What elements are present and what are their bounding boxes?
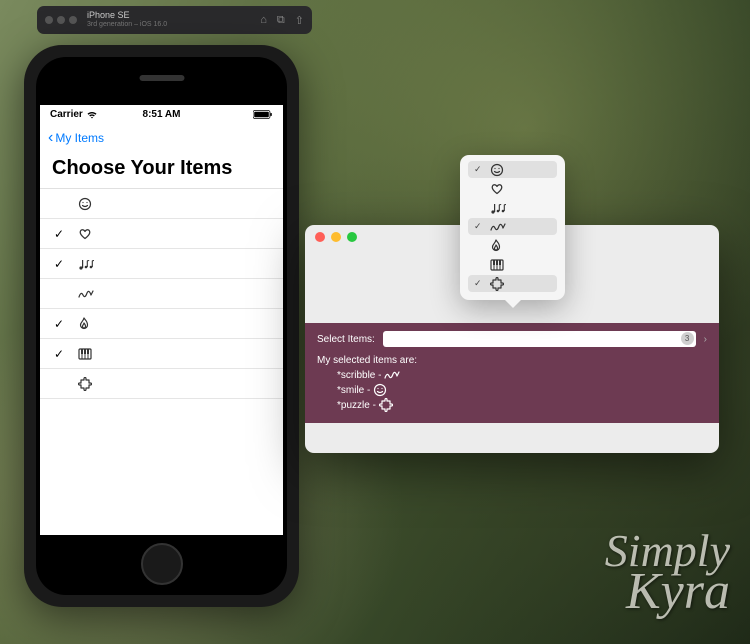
window-dot[interactable] [45, 16, 53, 24]
selected-item: *puzzle - [317, 398, 707, 413]
list-item[interactable] [40, 369, 283, 399]
simulator-device-sub: 3rd generation – iOS 16.0 [87, 21, 260, 29]
smile-icon [373, 383, 387, 397]
popover-item[interactable] [468, 256, 557, 273]
home-button[interactable] [141, 543, 183, 585]
select-items-field[interactable]: 3 [383, 331, 696, 347]
scribble-icon [384, 369, 400, 381]
selected-item: *smile - [317, 383, 707, 398]
clock-label: 8:51 AM [143, 109, 181, 120]
items-list: ✓ ✓ ✓ ✓ [40, 188, 283, 399]
checkmark-icon: ✓ [54, 257, 68, 271]
heart-icon [78, 227, 92, 241]
music-icon [490, 201, 506, 215]
list-item[interactable]: ✓ [40, 249, 283, 279]
checkmark-icon: ✓ [54, 317, 68, 331]
speaker-slot [139, 75, 184, 81]
back-label: My Items [55, 131, 104, 145]
iphone-screen: Carrier 8:51 AM ‹ My Items Choose Your I… [40, 105, 283, 535]
popover-item[interactable] [468, 237, 557, 254]
ios-status-bar: Carrier 8:51 AM [40, 105, 283, 123]
back-button[interactable]: ‹ My Items [48, 129, 104, 147]
simulator-device-name: iPhone SE [87, 11, 260, 21]
screenshot-icon[interactable]: ⧉ [277, 14, 285, 27]
popover-item[interactable]: ✓ [468, 275, 557, 292]
flame-icon [490, 239, 502, 253]
checkmark-icon: ✓ [474, 164, 484, 175]
window-dot[interactable] [69, 16, 77, 24]
popover-item[interactable] [468, 199, 557, 216]
carrier-label: Carrier [50, 109, 83, 120]
checkmark-icon: ✓ [54, 347, 68, 361]
puzzle-icon [490, 277, 504, 291]
puzzle-icon [379, 398, 393, 412]
puzzle-icon [78, 377, 92, 391]
list-item[interactable]: ✓ [40, 339, 283, 369]
chevron-left-icon: ‹ [48, 129, 53, 147]
popover-item[interactable]: ✓ [468, 161, 557, 178]
zoom-button[interactable] [347, 232, 357, 242]
battery-icon [253, 110, 273, 119]
checkmark-icon: ✓ [474, 278, 484, 289]
popover-item[interactable] [468, 180, 557, 197]
chevron-right-icon: › [704, 334, 707, 345]
items-popover: ✓ ✓ ✓ [460, 155, 565, 300]
mac-window: Select Items: 3 › My selected items are:… [305, 225, 719, 453]
ios-nav-bar: ‹ My Items [40, 123, 283, 153]
window-dot[interactable] [57, 16, 65, 24]
checkmark-icon: ✓ [54, 227, 68, 241]
count-badge: 3 [681, 332, 694, 345]
list-item[interactable]: ✓ [40, 309, 283, 339]
content-band: Select Items: 3 › My selected items are:… [305, 323, 719, 423]
page-title: Choose Your Items [40, 153, 283, 188]
flame-icon [78, 317, 90, 331]
select-items-label: Select Items: [317, 334, 375, 345]
heart-icon [490, 182, 504, 196]
smile-icon [490, 163, 504, 177]
piano-icon [78, 348, 92, 360]
share-icon[interactable]: ⇧ [295, 14, 304, 27]
list-item[interactable] [40, 279, 283, 309]
minimize-button[interactable] [331, 232, 341, 242]
checkmark-icon: ✓ [474, 221, 484, 232]
selected-item: *scribble - [317, 368, 707, 383]
home-icon[interactable]: ⌂ [260, 14, 267, 27]
scribble-icon [78, 288, 94, 300]
scribble-icon [490, 221, 506, 233]
music-icon [78, 257, 94, 271]
list-item[interactable] [40, 189, 283, 219]
close-button[interactable] [315, 232, 325, 242]
piano-icon [490, 259, 504, 271]
simulator-title-bar: iPhone SE 3rd generation – iOS 16.0 ⌂ ⧉ … [37, 6, 312, 34]
list-item[interactable]: ✓ [40, 219, 283, 249]
wifi-icon [86, 110, 98, 119]
iphone-simulator: Carrier 8:51 AM ‹ My Items Choose Your I… [24, 45, 299, 607]
smile-icon [78, 197, 92, 211]
selected-heading: My selected items are: [317, 353, 707, 368]
popover-item[interactable]: ✓ [468, 218, 557, 235]
